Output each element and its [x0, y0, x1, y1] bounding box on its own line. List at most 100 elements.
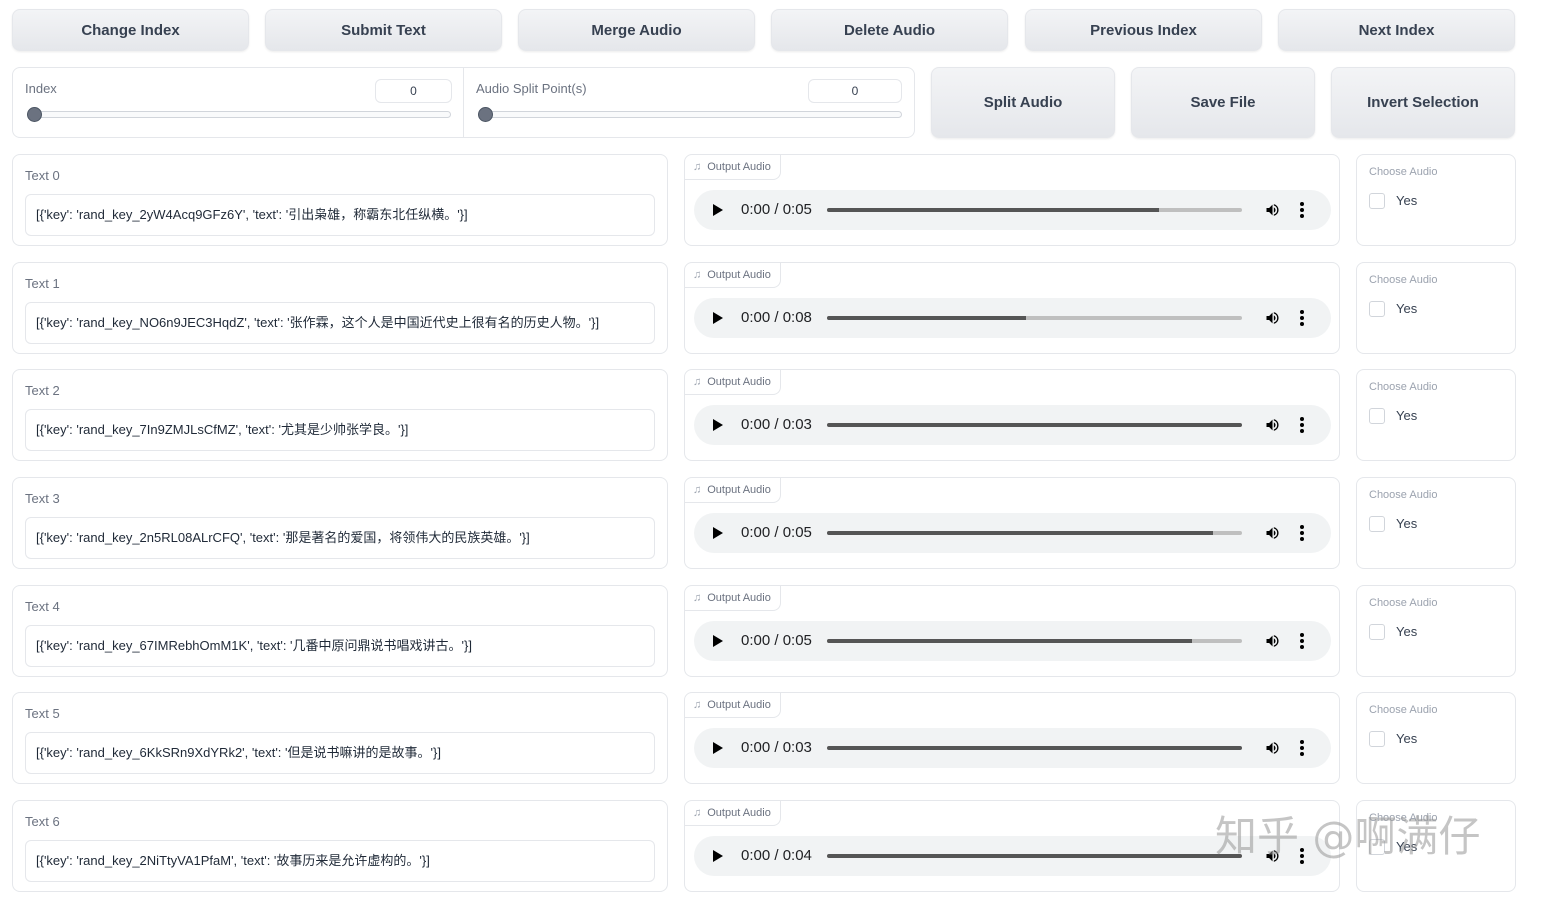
- choose-audio-card: Choose Audio Yes: [1356, 369, 1516, 461]
- audio-card: ♫ Output Audio 0:00 / 0:04: [684, 800, 1340, 892]
- choose-audio-card: Choose Audio Yes: [1356, 585, 1516, 677]
- index-label: Index: [25, 81, 57, 96]
- text-card: Text 6 [{'key': 'rand_key_2NiTtyVA1PfaM'…: [12, 800, 668, 892]
- choose-audio-card: Choose Audio Yes: [1356, 692, 1516, 784]
- audio-progress-bar[interactable]: [827, 854, 1242, 858]
- yes-checkbox[interactable]: [1369, 193, 1385, 209]
- audio-progress-bar[interactable]: [827, 531, 1242, 535]
- split-label: Audio Split Point(s): [476, 81, 587, 96]
- audio-time: 0:00 / 0:04: [741, 847, 812, 864]
- audio-player: 0:00 / 0:08: [694, 298, 1331, 338]
- split-number-input[interactable]: 0: [808, 79, 902, 103]
- text-label: Text 5: [25, 706, 60, 721]
- yes-label: Yes: [1396, 408, 1418, 423]
- audio-progress-fill: [827, 316, 1027, 320]
- yes-checkbox[interactable]: [1369, 839, 1385, 855]
- audio-time: 0:00 / 0:05: [741, 201, 812, 218]
- row-1: Text 1 [{'key': 'rand_key_NO6n9JEC3HqdZ'…: [0, 262, 1547, 354]
- volume-icon[interactable]: [1264, 848, 1281, 864]
- audio-time: 0:00 / 0:03: [741, 739, 812, 756]
- audio-progress-fill: [827, 854, 1242, 858]
- more-options-icon[interactable]: [1300, 202, 1304, 218]
- choose-audio-label: Choose Audio: [1369, 274, 1438, 286]
- volume-icon[interactable]: [1264, 310, 1281, 326]
- play-icon[interactable]: [713, 527, 723, 539]
- submit-text-button[interactable]: Submit Text: [265, 9, 502, 51]
- text-input[interactable]: [{'key': 'rand_key_2yW4Acq9GFz6Y', 'text…: [25, 194, 655, 236]
- text-input[interactable]: [{'key': 'rand_key_2NiTtyVA1PfaM', 'text…: [25, 840, 655, 882]
- play-icon[interactable]: [713, 742, 723, 754]
- audio-progress-bar[interactable]: [827, 208, 1242, 212]
- yes-checkbox[interactable]: [1369, 624, 1385, 640]
- volume-icon[interactable]: [1264, 202, 1281, 218]
- audio-player: 0:00 / 0:05: [694, 621, 1331, 661]
- play-icon[interactable]: [713, 204, 723, 216]
- volume-icon[interactable]: [1264, 633, 1281, 649]
- text-input[interactable]: [{'key': 'rand_key_NO6n9JEC3HqdZ', 'text…: [25, 302, 655, 344]
- yes-label: Yes: [1396, 839, 1418, 854]
- play-icon[interactable]: [713, 635, 723, 647]
- yes-checkbox[interactable]: [1369, 301, 1385, 317]
- audio-progress-bar[interactable]: [827, 746, 1242, 750]
- text-input[interactable]: [{'key': 'rand_key_7In9ZMJLsCfMZ', 'text…: [25, 409, 655, 451]
- output-audio-tag: ♫ Output Audio: [685, 693, 781, 718]
- more-options-icon[interactable]: [1300, 525, 1304, 541]
- index-slider-thumb[interactable]: [27, 107, 42, 122]
- more-options-icon[interactable]: [1300, 417, 1304, 433]
- split-slider-thumb[interactable]: [478, 107, 493, 122]
- change-index-button[interactable]: Change Index: [12, 9, 249, 51]
- next-index-button[interactable]: Next Index: [1278, 9, 1515, 51]
- text-card: Text 4 [{'key': 'rand_key_67IMRebhOmM1K'…: [12, 585, 668, 677]
- volume-icon[interactable]: [1264, 417, 1281, 433]
- audio-progress-fill: [827, 639, 1193, 643]
- audio-progress-fill: [827, 208, 1159, 212]
- audio-time: 0:00 / 0:08: [741, 309, 812, 326]
- text-input[interactable]: [{'key': 'rand_key_67IMRebhOmM1K', 'text…: [25, 625, 655, 667]
- more-options-icon[interactable]: [1300, 633, 1304, 649]
- audio-time: 0:00 / 0:05: [741, 524, 812, 541]
- text-label: Text 6: [25, 814, 60, 829]
- audio-progress-fill: [827, 746, 1242, 750]
- split-audio-button[interactable]: Split Audio: [931, 67, 1115, 138]
- yes-checkbox[interactable]: [1369, 516, 1385, 532]
- save-file-button[interactable]: Save File: [1131, 67, 1315, 138]
- yes-label: Yes: [1396, 193, 1418, 208]
- audio-card: ♫ Output Audio 0:00 / 0:05: [684, 154, 1340, 246]
- invert-selection-button[interactable]: Invert Selection: [1331, 67, 1515, 138]
- audio-card: ♫ Output Audio 0:00 / 0:05: [684, 477, 1340, 569]
- yes-checkbox[interactable]: [1369, 408, 1385, 424]
- audio-progress-bar[interactable]: [827, 316, 1242, 320]
- delete-audio-button[interactable]: Delete Audio: [771, 9, 1008, 51]
- volume-icon[interactable]: [1264, 525, 1281, 541]
- audio-progress-bar[interactable]: [827, 423, 1242, 427]
- text-input[interactable]: [{'key': 'rand_key_6KkSRn9XdYRk2', 'text…: [25, 732, 655, 774]
- merge-audio-button[interactable]: Merge Audio: [518, 9, 755, 51]
- text-input[interactable]: [{'key': 'rand_key_2n5RL08ALrCFQ', 'text…: [25, 517, 655, 559]
- choose-audio-card: Choose Audio Yes: [1356, 154, 1516, 246]
- play-icon[interactable]: [713, 850, 723, 862]
- split-slider-track[interactable]: [479, 111, 902, 118]
- audio-player: 0:00 / 0:04: [694, 836, 1331, 876]
- index-slider-track[interactable]: [28, 111, 451, 118]
- play-icon[interactable]: [713, 419, 723, 431]
- index-number-input[interactable]: 0: [375, 79, 452, 103]
- audio-card: ♫ Output Audio 0:00 / 0:03: [684, 369, 1340, 461]
- yes-label: Yes: [1396, 624, 1418, 639]
- play-icon[interactable]: [713, 312, 723, 324]
- row-0: Text 0 [{'key': 'rand_key_2yW4Acq9GFz6Y'…: [0, 154, 1547, 246]
- row-6: Text 6 [{'key': 'rand_key_2NiTtyVA1PfaM'…: [0, 800, 1547, 892]
- music-note-icon: ♫: [693, 269, 702, 281]
- text-card: Text 0 [{'key': 'rand_key_2yW4Acq9GFz6Y'…: [12, 154, 668, 246]
- more-options-icon[interactable]: [1300, 848, 1304, 864]
- music-note-icon: ♫: [693, 484, 702, 496]
- more-options-icon[interactable]: [1300, 310, 1304, 326]
- audio-player: 0:00 / 0:05: [694, 513, 1331, 553]
- audio-progress-bar[interactable]: [827, 639, 1242, 643]
- volume-icon[interactable]: [1264, 740, 1281, 756]
- yes-checkbox[interactable]: [1369, 731, 1385, 747]
- more-options-icon[interactable]: [1300, 740, 1304, 756]
- output-audio-tag: ♫ Output Audio: [685, 155, 781, 180]
- previous-index-button[interactable]: Previous Index: [1025, 9, 1262, 51]
- output-audio-label: Output Audio: [707, 376, 771, 388]
- output-audio-label: Output Audio: [707, 807, 771, 819]
